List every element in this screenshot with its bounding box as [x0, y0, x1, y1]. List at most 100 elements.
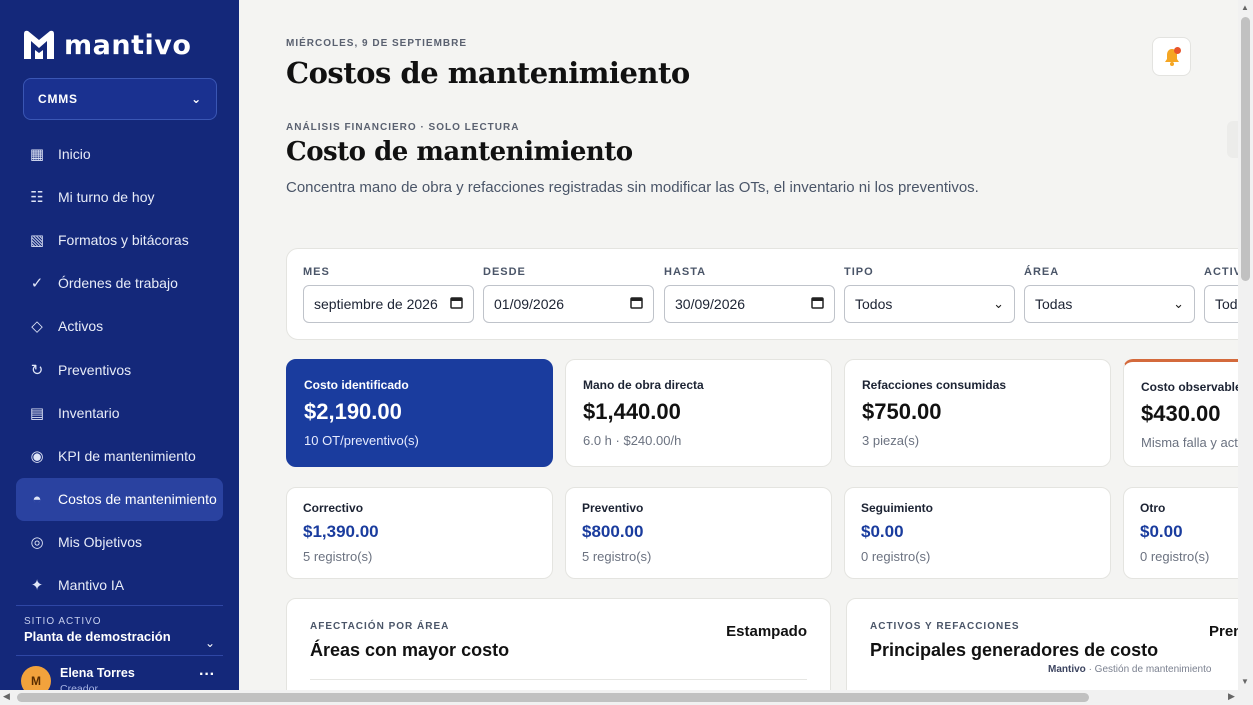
sidebar: mantivo CMMS ⌄ ▦ Inicio ☷ Mi turno de ho…	[0, 0, 239, 690]
sidebar-item-label: KPI de mantenimiento	[58, 447, 196, 464]
sidebar-item-inicio[interactable]: ▦ Inicio	[16, 132, 223, 175]
sidebar-item-label: Inventario	[58, 404, 120, 421]
active-site-name: Planta de demostración	[24, 629, 171, 644]
type-select-value: Todos	[855, 296, 893, 312]
area-select[interactable]: Todas ⌄	[1024, 285, 1195, 323]
sidebar-item-label: Mantivo IA	[58, 577, 125, 594]
scroll-left-icon[interactable]: ◀	[3, 691, 10, 702]
card-sub: 6.0 h · $240.00/h	[583, 433, 682, 448]
sidebar-item-mantivo-ia[interactable]: ✦ Mantivo IA	[16, 564, 223, 607]
sidebar-item-kpi[interactable]: ◉ KPI de mantenimiento	[16, 434, 223, 477]
side-tab-handle[interactable]	[1227, 121, 1238, 158]
vertical-scrollbar[interactable]: ▲ ▼	[1238, 0, 1253, 690]
card-sub: 5 registro(s)	[303, 549, 373, 564]
filters-panel: MES septiembre de 2026 DESDE 01/09/2026 …	[286, 248, 1238, 340]
filter-label: MES	[303, 266, 330, 278]
filter-mes: MES septiembre de 2026	[303, 266, 474, 323]
card-value: $0.00	[1140, 522, 1183, 541]
sidebar-item-preventivos[interactable]: ↻ Preventivos	[16, 348, 223, 391]
scroll-right-icon[interactable]: ▶	[1228, 691, 1235, 702]
active-site-label: SITIO ACTIVO	[24, 616, 102, 627]
calendar-icon[interactable]	[630, 296, 643, 312]
filter-hasta: HASTA 30/09/2026	[664, 266, 835, 323]
section-title: Costo de mantenimiento	[286, 137, 633, 167]
list-icon: ▤	[29, 404, 45, 422]
target-dot-icon: ◉	[30, 447, 44, 465]
panel-title: Áreas con mayor costo	[310, 640, 510, 660]
area-select-value: Todas	[1035, 296, 1073, 312]
diamond-icon: ◇	[31, 318, 43, 336]
grid-icon: ▦	[29, 145, 45, 163]
card-value: $1,440.00	[583, 399, 681, 424]
card-value: $750.00	[862, 399, 942, 424]
module-select[interactable]: CMMS ⌄	[23, 78, 217, 120]
refresh-icon: ↻	[30, 361, 44, 379]
card-label: Mano de obra directa	[583, 378, 704, 392]
card-label: Seguimiento	[861, 501, 934, 515]
card-sub: 5 registro(s)	[582, 549, 652, 564]
panel-kicker: ACTIVOS Y REFACCIONES	[870, 621, 1020, 632]
panel-areas: AFECTACIÓN POR ÁREA Áreas con mayor cost…	[286, 598, 831, 690]
panel-top-area: Estampado	[726, 623, 807, 640]
notifications-button[interactable]	[1152, 37, 1191, 76]
chevron-down-icon: ⌄	[993, 296, 1004, 311]
user-profile[interactable]: M Elena Torres Creador ···	[16, 655, 223, 690]
sidebar-item-label: Órdenes de trabajo	[58, 275, 178, 292]
month-input[interactable]: septiembre de 2026	[303, 285, 474, 323]
type-card-correctivo: Correctivo $1,390.00 5 registro(s)	[286, 487, 553, 579]
card-label: Correctivo	[303, 501, 364, 515]
card-label: Otro	[1140, 501, 1166, 515]
scroll-down-icon[interactable]: ▼	[1241, 677, 1249, 686]
type-card-preventivo: Preventivo $800.00 5 registro(s)	[565, 487, 832, 579]
bullseye-icon: ◎	[30, 534, 44, 552]
scroll-up-icon[interactable]: ▲	[1241, 3, 1249, 12]
sidebar-item-inventario[interactable]: ▤ Inventario	[16, 391, 223, 434]
current-date: MIÉRCOLES, 9 DE SEPTIEMBRE	[286, 38, 468, 49]
footer-text: · Gestión de mantenimiento	[1088, 664, 1212, 675]
calendar-icon[interactable]	[811, 296, 824, 312]
card-sub: 0 registro(s)	[861, 549, 931, 564]
date-to-value: 30/09/2026	[675, 296, 746, 312]
main-content: MIÉRCOLES, 9 DE SEPTIEMBRE Costos de man…	[239, 0, 1238, 690]
horizontal-scrollbar-thumb[interactable]	[17, 693, 1089, 702]
date-from-value: 01/09/2026	[494, 296, 565, 312]
active-site-selector[interactable]: SITIO ACTIVO Planta de demostración ⌄	[16, 605, 223, 650]
horizontal-scrollbar[interactable]: ◀ ▶	[0, 690, 1253, 705]
chevron-down-icon: ⌄	[1173, 296, 1184, 311]
sidebar-item-objetivos[interactable]: ◎ Mis Objetivos	[16, 521, 223, 564]
sidebar-item-ordenes[interactable]: ✓ Órdenes de trabajo	[16, 262, 223, 305]
sidebar-item-costos[interactable]: ◓ Costos de mantenimiento	[16, 477, 223, 521]
type-card-otro: Otro $0.00 0 registro(s)	[1123, 487, 1238, 579]
date-to-input[interactable]: 30/09/2026	[664, 285, 835, 323]
filter-tipo: TIPO Todos ⌄	[844, 266, 1015, 323]
sidebar-item-label: Preventivos	[58, 361, 132, 378]
user-info: Elena Torres Creador	[60, 666, 135, 690]
filter-label: ÁREA	[1024, 266, 1060, 278]
card-value: $430.00	[1141, 401, 1221, 426]
calendar-icon[interactable]	[450, 296, 463, 312]
more-options-icon[interactable]: ···	[199, 666, 215, 684]
notification-dot	[1174, 47, 1181, 54]
type-card-seguimiento: Seguimiento $0.00 0 registro(s)	[844, 487, 1111, 579]
sidebar-item-label: Activos	[58, 318, 104, 335]
card-label: Costo observable	[1141, 380, 1238, 394]
section-kicker: ANÁLISIS FINANCIERO · SOLO LECTURA	[286, 122, 520, 133]
section-description: Concentra mano de obra y refacciones reg…	[286, 179, 979, 196]
asset-select[interactable]: Todos ⌄	[1204, 285, 1238, 323]
form-icon: ▧	[29, 231, 45, 249]
date-from-input[interactable]: 01/09/2026	[483, 285, 654, 323]
sidebar-item-formatos[interactable]: ▧ Formatos y bitácoras	[16, 218, 223, 261]
card-sub: 0 registro(s)	[1140, 549, 1210, 564]
brand-logo[interactable]: mantivo	[20, 26, 191, 64]
card-sub: 3 pieza(s)	[862, 433, 920, 448]
check-icon: ✓	[30, 275, 44, 293]
sidebar-item-mi-turno[interactable]: ☷ Mi turno de hoy	[16, 175, 223, 218]
vertical-scrollbar-thumb[interactable]	[1241, 17, 1250, 281]
footer-watermark: Mantivo · Gestión de mantenimiento	[1048, 664, 1211, 675]
panel-cost-drivers: ACTIVOS Y REFACCIONES Principales genera…	[846, 598, 1238, 690]
sidebar-item-activos[interactable]: ◇ Activos	[16, 305, 223, 348]
type-select[interactable]: Todos ⌄	[844, 285, 1015, 323]
chevron-down-icon: ⌄	[191, 92, 202, 106]
card-label: Preventivo	[582, 501, 644, 515]
card-label: Refacciones consumidas	[862, 378, 1007, 392]
